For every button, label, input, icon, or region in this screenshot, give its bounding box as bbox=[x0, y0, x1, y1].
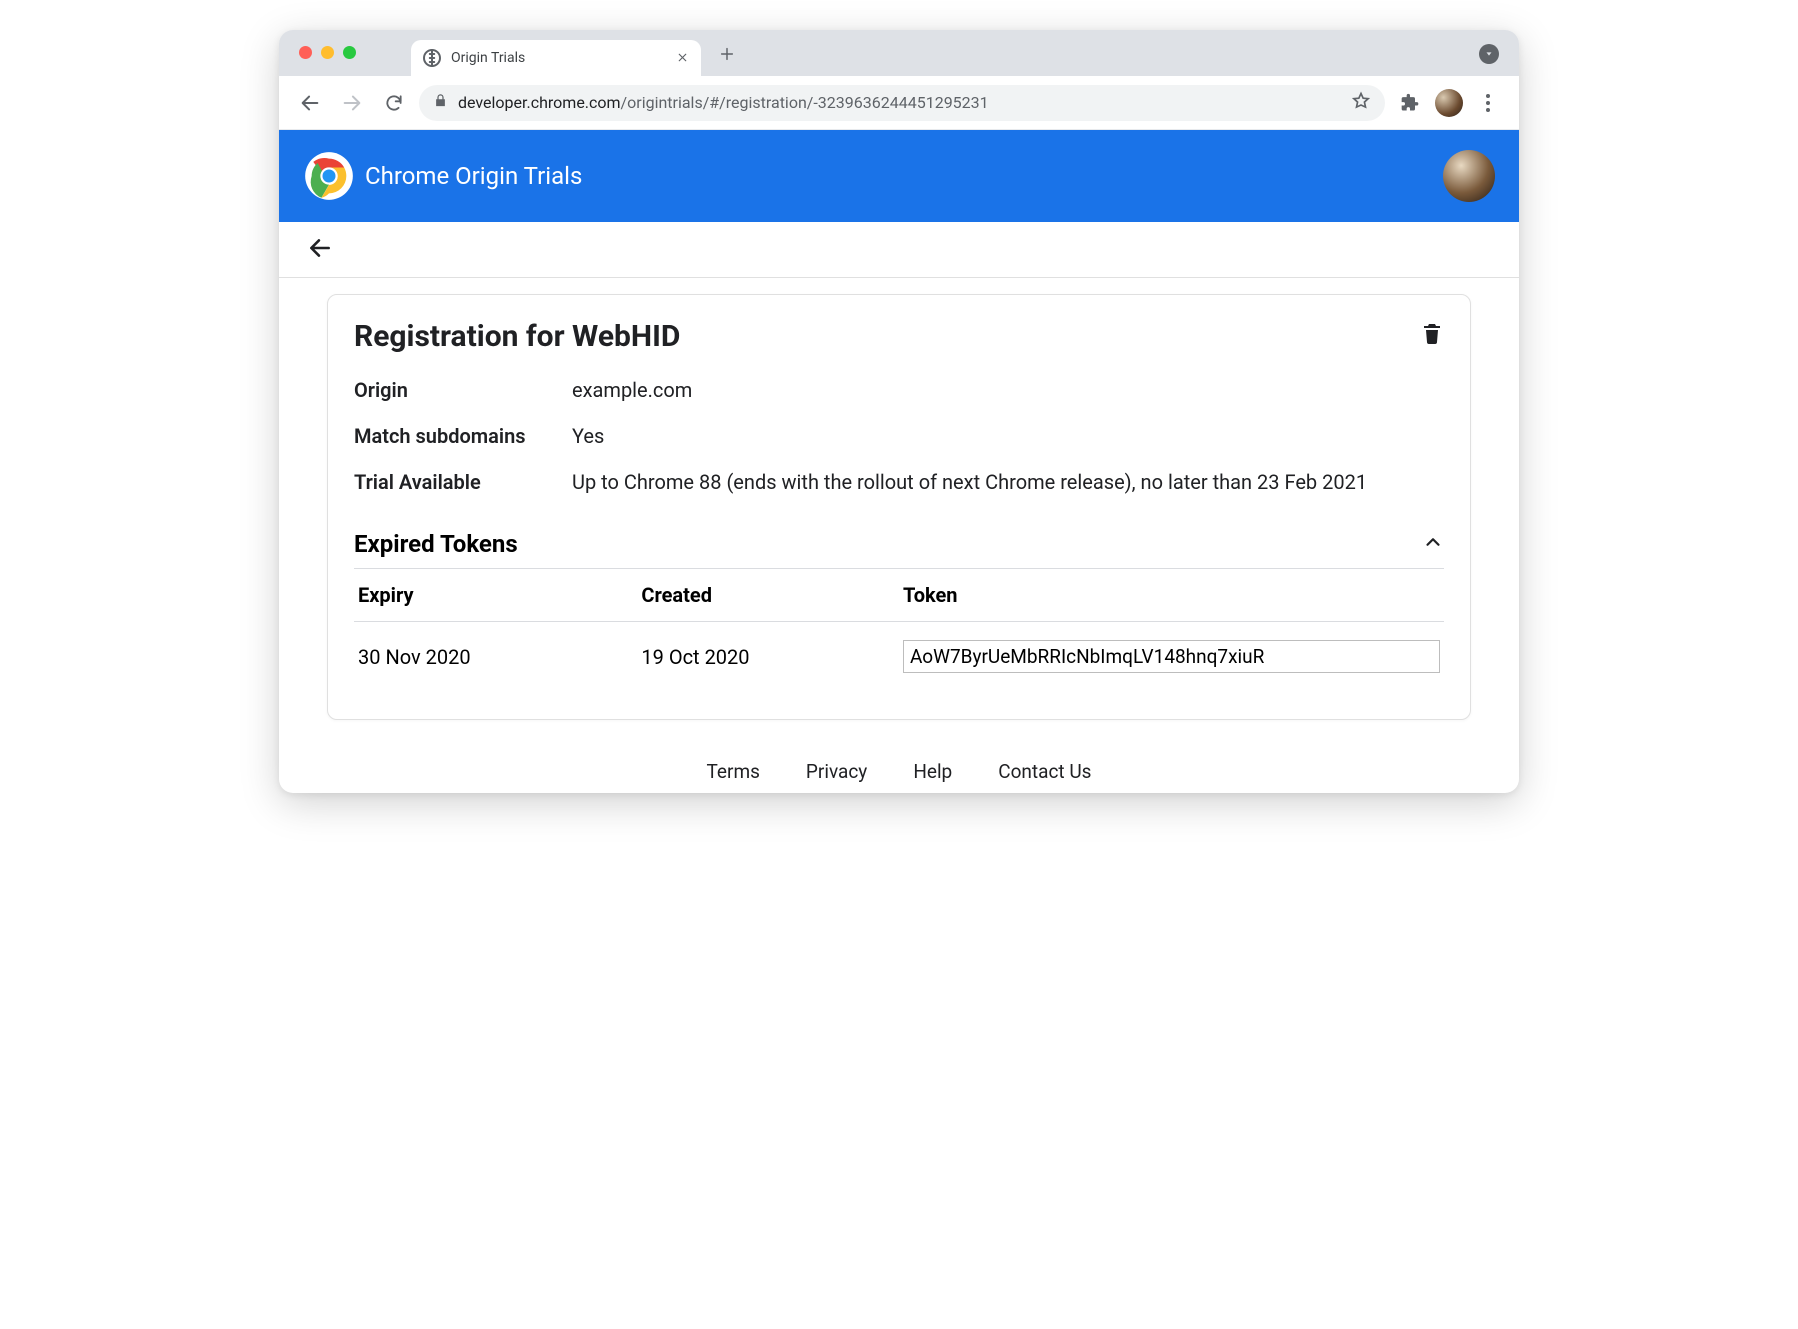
footer-contact[interactable]: Contact Us bbox=[998, 760, 1091, 783]
chevron-up-icon bbox=[1422, 531, 1444, 557]
bookmark-star-icon[interactable] bbox=[1351, 91, 1371, 115]
token-input[interactable] bbox=[903, 640, 1440, 673]
trial-label: Trial Available bbox=[354, 468, 572, 496]
profile-avatar[interactable] bbox=[1435, 89, 1463, 117]
globe-icon bbox=[423, 49, 441, 67]
address-bar[interactable]: developer.chrome.com/origintrials/#/regi… bbox=[419, 85, 1385, 121]
col-expiry: Expiry bbox=[354, 569, 637, 622]
new-tab-button[interactable] bbox=[713, 40, 741, 68]
registration-card: Registration for WebHID Origin example.c… bbox=[327, 294, 1471, 720]
reload-button[interactable] bbox=[377, 86, 411, 120]
match-value: Yes bbox=[572, 422, 1444, 450]
expired-tokens-toggle[interactable]: Expired Tokens bbox=[354, 530, 1444, 558]
maximize-window-button[interactable] bbox=[343, 46, 356, 59]
minimize-window-button[interactable] bbox=[321, 46, 334, 59]
cell-token bbox=[899, 622, 1444, 692]
trial-value: Up to Chrome 88 (ends with the rollout o… bbox=[572, 468, 1444, 496]
extensions-icon[interactable] bbox=[1393, 86, 1427, 120]
match-label: Match subdomains bbox=[354, 422, 572, 450]
expired-tokens-title: Expired Tokens bbox=[354, 530, 518, 558]
tokens-table: Expiry Created Token 30 Nov 2020 19 Oct … bbox=[354, 568, 1444, 691]
card-title: Registration for WebHID bbox=[354, 319, 680, 354]
tab-search-button[interactable] bbox=[1479, 44, 1499, 64]
browser-tab[interactable]: Origin Trials bbox=[411, 40, 701, 76]
delete-button[interactable] bbox=[1420, 319, 1444, 351]
footer: Terms Privacy Help Contact Us bbox=[279, 744, 1519, 793]
footer-help[interactable]: Help bbox=[913, 760, 952, 783]
chrome-logo-icon bbox=[303, 150, 355, 202]
browser-menu-button[interactable] bbox=[1471, 94, 1505, 112]
lock-icon bbox=[433, 93, 448, 112]
footer-privacy[interactable]: Privacy bbox=[806, 760, 867, 783]
field-trial-available: Trial Available Up to Chrome 88 (ends wi… bbox=[354, 468, 1444, 496]
cell-expiry: 30 Nov 2020 bbox=[354, 622, 637, 692]
content-area: Registration for WebHID Origin example.c… bbox=[279, 278, 1519, 744]
brand-text: Chrome Origin Trials bbox=[365, 162, 582, 190]
cell-created: 19 Oct 2020 bbox=[637, 622, 899, 692]
url-path: /origintrials/#/registration/-3239636244… bbox=[621, 93, 989, 112]
browser-window: Origin Trials developer.chrome.com bbox=[279, 30, 1519, 793]
origin-value: example.com bbox=[572, 376, 1444, 404]
page-back-row bbox=[279, 222, 1519, 278]
field-origin: Origin example.com bbox=[354, 376, 1444, 404]
url-text: developer.chrome.com/origintrials/#/regi… bbox=[458, 93, 1341, 112]
url-host: developer.chrome.com bbox=[458, 93, 621, 112]
back-button[interactable] bbox=[293, 86, 327, 120]
tab-strip: Origin Trials bbox=[279, 30, 1519, 76]
col-created: Created bbox=[637, 569, 899, 622]
brand[interactable]: Chrome Origin Trials bbox=[303, 150, 582, 202]
footer-terms[interactable]: Terms bbox=[707, 760, 760, 783]
close-window-button[interactable] bbox=[299, 46, 312, 59]
origin-label: Origin bbox=[354, 376, 572, 404]
field-match-subdomains: Match subdomains Yes bbox=[354, 422, 1444, 450]
app-header: Chrome Origin Trials bbox=[279, 130, 1519, 222]
tab-title: Origin Trials bbox=[451, 50, 666, 66]
browser-toolbar: developer.chrome.com/origintrials/#/regi… bbox=[279, 76, 1519, 130]
table-row: 30 Nov 2020 19 Oct 2020 bbox=[354, 622, 1444, 692]
page-back-button[interactable] bbox=[307, 235, 333, 265]
col-token: Token bbox=[899, 569, 1444, 622]
forward-button[interactable] bbox=[335, 86, 369, 120]
close-tab-icon[interactable] bbox=[676, 49, 689, 68]
user-avatar[interactable] bbox=[1443, 150, 1495, 202]
window-controls bbox=[299, 46, 356, 59]
